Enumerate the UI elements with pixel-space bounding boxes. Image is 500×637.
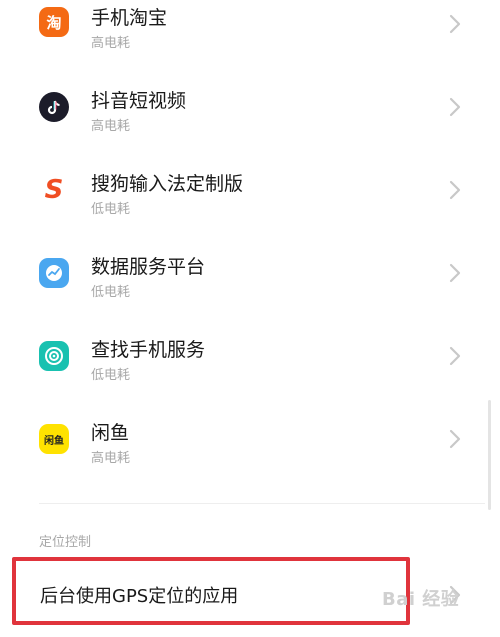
power-usage-label: 高电耗 — [91, 451, 131, 466]
xianyu-icon: 闲鱼 — [39, 424, 69, 454]
taobao-icon: 淘 — [39, 7, 69, 37]
app-row-data-service[interactable]: 数据服务平台 低电耗 — [0, 231, 490, 311]
power-usage-label: 高电耗 — [91, 36, 131, 51]
app-name: 搜狗输入法定制版 — [91, 173, 244, 195]
power-usage-label: 高电耗 — [91, 119, 131, 134]
app-row-xianyu[interactable]: 闲鱼 闲鱼 高电耗 — [0, 397, 490, 477]
chevron-right-icon — [449, 180, 461, 200]
data-service-icon — [39, 258, 69, 288]
app-name: 手机淘宝 — [91, 7, 168, 29]
find-phone-icon — [39, 341, 69, 371]
app-name: 闲鱼 — [91, 422, 130, 444]
app-name: 数据服务平台 — [91, 256, 206, 278]
section-header-location-control: 定位控制 — [39, 535, 92, 550]
app-row-taobao[interactable]: 淘 手机淘宝 高电耗 — [0, 0, 490, 62]
chevron-right-icon — [449, 14, 461, 34]
app-row-douyin[interactable]: 抖音短视频 高电耗 — [0, 65, 490, 145]
app-row-find-phone[interactable]: 查找手机服务 低电耗 — [0, 314, 490, 394]
scrollbar[interactable] — [488, 400, 491, 510]
chevron-right-icon — [449, 346, 461, 366]
background-gps-apps-label: 后台使用GPS定位的应用 — [40, 586, 239, 607]
power-usage-label: 低电耗 — [91, 368, 131, 383]
app-name: 查找手机服务 — [91, 339, 206, 361]
douyin-icon — [39, 92, 69, 122]
chevron-right-icon — [449, 97, 461, 117]
chevron-right-icon — [449, 429, 461, 449]
power-usage-label: 低电耗 — [91, 202, 131, 217]
power-usage-label: 低电耗 — [91, 285, 131, 300]
chevron-right-icon — [449, 263, 461, 283]
baidu-jingyan-watermark: Bai 经验 — [382, 589, 460, 610]
section-divider — [39, 503, 485, 504]
sogou-icon: S — [39, 175, 69, 205]
app-row-sogou[interactable]: S 搜狗输入法定制版 低电耗 — [0, 148, 490, 228]
app-name: 抖音短视频 — [91, 90, 187, 112]
